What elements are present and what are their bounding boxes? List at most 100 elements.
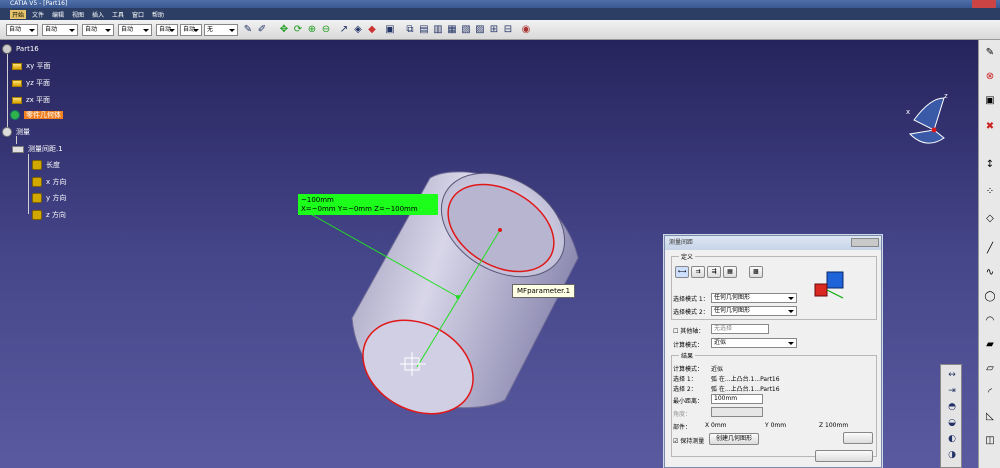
plane-tool-icon[interactable]: ◇ [983,212,997,226]
measure-inertia-icon[interactable]: ◓ [945,401,959,413]
rotate-icon[interactable]: ⟳ [292,24,304,36]
menu-window[interactable]: 窗口 [132,10,144,19]
sel1-value: 弧 在...上凸台.1...Part16 [711,376,780,383]
compass-icon[interactable]: x z [904,90,954,152]
tree-root[interactable]: Part16 [2,44,39,54]
tree-plane-zx[interactable]: zx 平面 [12,95,50,105]
menu-start[interactable]: 开始 [10,10,27,19]
color-dropdown[interactable]: 自动 [6,24,38,36]
chamfer-icon[interactable]: ◺ [983,410,997,424]
dialog-close-button[interactable] [851,238,879,247]
shell-icon[interactable]: ◫ [983,434,997,448]
menu-view[interactable]: 视图 [72,10,84,19]
menu-tools[interactable]: 工具 [112,10,124,19]
tree-length-label: 长度 [46,161,60,169]
menu-help[interactable]: 帮助 [152,10,164,19]
mode1-select[interactable]: 任何几何图形 [711,293,797,303]
measure-fan-button[interactable]: ⇶ [707,266,721,278]
transparency-dropdown[interactable]: 自动 [42,24,78,36]
paint-icon[interactable]: ✐ [256,24,268,36]
tree-measure-z[interactable]: z 方向 [32,210,66,220]
circle-icon[interactable]: ◯ [983,290,997,304]
main-toolbar: 自动 自动 自动 自动 自动 自动 无 ✎ ✐ ✥ ⟳ ⊕ ⊖ ↗ ◈ ◆ ▣ … [0,20,1000,40]
calc-mode-label: 计算模式： [673,342,704,349]
dialog-cancel-button[interactable] [815,450,873,462]
tree-measure-item[interactable]: 测量间距.1 [12,144,63,154]
tree-plane-xy[interactable]: xy 平面 [12,61,51,71]
fillet-icon[interactable]: ◜ [983,386,997,400]
part-body-icon[interactable]: ▣ [983,94,997,108]
tree-measure-y[interactable]: y 方向 [32,193,66,203]
menu-file[interactable]: 文件 [32,10,44,19]
zoom-out-icon[interactable]: ⊖ [320,24,332,36]
measure-icon[interactable]: ⊞ [488,24,500,36]
catalog-icon[interactable]: ▨ [474,24,486,36]
exit-icon[interactable]: ⊗ [983,70,997,84]
linewidth-dropdown[interactable]: 自动 [82,24,114,36]
layer-dropdown[interactable]: 自动 [180,24,202,36]
line-icon[interactable]: ╱ [983,242,997,256]
dialog-ok-button[interactable] [843,432,873,444]
tree-measure-length[interactable]: 长度 [32,160,60,170]
menu-edit[interactable]: 编辑 [52,10,64,19]
measure-chain-button[interactable]: ⇉ [691,266,705,278]
window-controls[interactable] [972,0,996,8]
dialog-titlebar[interactable]: 测量间距 [665,236,881,250]
style-dropdown[interactable]: 无 [204,24,238,36]
tree-z-label: z 方向 [46,211,66,219]
result-title: 结果 [679,351,696,360]
apply-material-icon[interactable]: ▧ [460,24,472,36]
view-select-icon[interactable]: ◈ [352,24,364,36]
measure-item-button[interactable]: ▦ [723,266,737,278]
tree-measure-item-label: 测量间距.1 [28,145,63,153]
calc-mode-select[interactable]: 近似 [711,338,797,348]
measure-item-icon[interactable]: ⇥ [945,385,959,397]
measure-readout: ~100mm X=~0mm Y=~0mm Z=~100mm [298,194,438,215]
tree-measure-x[interactable]: x 方向 [32,177,66,187]
measure-between-icon[interactable]: ↔ [945,369,959,381]
tree-root-label: Part16 [16,45,39,53]
keep-measure-checkbox[interactable]: ☑ 保持测量 [673,436,704,445]
measure-between-button[interactable]: ⟷ [675,266,689,278]
other-axis-field[interactable]: 无选择 [711,324,769,334]
keep-measure-label: 保持测量 [680,438,705,445]
tree-y-label: y 方向 [46,194,67,202]
zoom-in-icon[interactable]: ⊕ [306,24,318,36]
normal-view-icon[interactable]: ↗ [338,24,350,36]
menu-insert[interactable]: 插入 [92,10,104,19]
sketch-icon[interactable]: ✎ [983,46,997,60]
point-icon[interactable]: ⁘ [983,185,997,199]
part-icon [2,44,12,54]
inertia-icon[interactable]: ⊟ [502,24,514,36]
parameter-tooltip: MFparameter.1 [512,284,576,298]
pocket-icon[interactable]: ▱ [983,362,997,376]
analysis-tool-icon[interactable]: ◒ [945,417,959,429]
pan-icon[interactable]: ✥ [278,24,290,36]
brush-icon[interactable]: ✎ [242,24,254,36]
other-axis-checkbox[interactable]: ☐ 其他轴： [673,326,704,335]
render-icon[interactable]: ◆ [366,24,378,36]
analysis-icon[interactable]: ◉ [520,24,532,36]
axis-icon[interactable]: ↕ [983,158,997,172]
tree-plane-yz[interactable]: yz 平面 [12,78,50,88]
measure-thickness-button[interactable]: ▩ [749,266,763,278]
material-icon[interactable]: ▦ [446,24,458,36]
create-geometry-button[interactable]: 创建几何图形 [709,433,759,445]
arc-icon[interactable]: ◠ [983,314,997,328]
edges-icon[interactable]: ▥ [432,24,444,36]
angle-field [711,407,763,417]
spline-icon[interactable]: ∿ [983,266,997,280]
linetype-dropdown[interactable]: 自动 [118,24,152,36]
curvature-icon[interactable]: ◐ [945,433,959,445]
min-dist-field: 100mm [711,394,763,404]
mode2-select[interactable]: 任何几何图形 [711,306,797,316]
draft-icon[interactable]: ◑ [945,449,959,461]
iso-view-icon[interactable]: ⧉ [404,24,416,36]
pad-icon[interactable]: ▰ [983,338,997,352]
point-dropdown[interactable]: 自动 [156,24,178,36]
tree-body[interactable]: 零件几何体 [10,110,63,120]
delete-icon[interactable]: ✖ [983,120,997,134]
shading-icon[interactable]: ▤ [418,24,430,36]
mid-point [456,295,460,299]
hide-show-icon[interactable]: ▣ [384,24,396,36]
